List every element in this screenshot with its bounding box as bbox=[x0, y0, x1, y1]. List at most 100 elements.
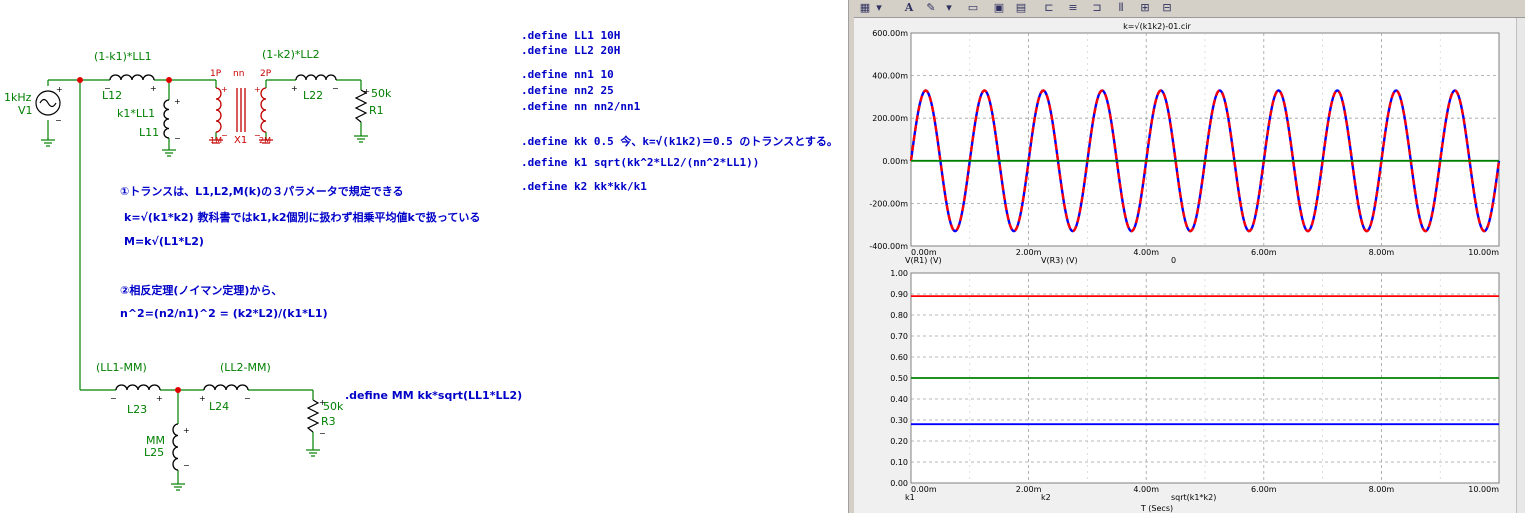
vertical-scrollbar[interactable] bbox=[1516, 18, 1525, 513]
l22-value-label: (1-k2)*LL2 bbox=[262, 48, 320, 61]
define-line[interactable]: .define nn2 25 bbox=[521, 84, 614, 97]
l23-name-label: L23 bbox=[127, 403, 148, 416]
x-tick-label: 6.00m bbox=[1251, 248, 1277, 257]
mm-define-text[interactable]: .define MM kk*sqrt(LL1*LL2) bbox=[345, 389, 522, 402]
y-tick-label: -200.00m bbox=[869, 199, 908, 208]
y-tick-label: 0.30 bbox=[890, 416, 908, 425]
x-tick-label: 6.00m bbox=[1251, 485, 1277, 494]
tx-pin2-label: 2P bbox=[260, 69, 272, 79]
tx-pin1m-label: 1M bbox=[210, 136, 222, 145]
y-tick-label: -400.00m bbox=[869, 242, 908, 251]
define-line[interactable]: .define k1 sqrt(kk^2*LL2/(nn^2*LL1)) bbox=[521, 156, 759, 169]
legend-entry: V(R3) (V) bbox=[1041, 256, 1078, 265]
svg-text:+: + bbox=[363, 87, 370, 96]
stack-icon[interactable]: ⊞ bbox=[1138, 1, 1152, 15]
schematic-canvas[interactable]: + − − + + − + − − + + − + − + − + + + − − 1kHz V1 … bbox=[0, 0, 848, 513]
circuit-drawing: +− − + +− + − − + + − +− +− + + + − − bbox=[35, 74, 370, 491]
x-tick-label: 8.00m bbox=[1369, 248, 1395, 257]
y-tick-label: 400.00m bbox=[872, 72, 908, 81]
define-line[interactable]: .define kk 0.5 今、k=√(k1k2)＝0.5 のトランスとする。 bbox=[521, 133, 838, 149]
stack2-icon[interactable]: ⊟ bbox=[1160, 1, 1174, 15]
svg-text:+: + bbox=[56, 85, 63, 94]
y-tick-label: 0.00 bbox=[890, 479, 908, 488]
note-text[interactable]: ②相反定理(ノイマン定理)から、 bbox=[120, 282, 282, 298]
l12-name-label: L12 bbox=[102, 89, 123, 102]
y-tick-label: 0.70 bbox=[890, 332, 908, 341]
source-freq-label: 1kHz bbox=[4, 91, 32, 104]
x-tick-label: 0.00m bbox=[911, 485, 937, 494]
svg-text:+: + bbox=[291, 84, 298, 93]
svg-text:+: + bbox=[156, 394, 163, 403]
l22-name-label: L22 bbox=[303, 89, 324, 102]
y-tick-label: 0.40 bbox=[890, 395, 908, 404]
define-line[interactable]: .define nn1 10 bbox=[521, 68, 614, 81]
ac-source-symbol bbox=[35, 90, 61, 116]
tx-pin2m-label: 2M bbox=[259, 136, 271, 145]
y-tick-label: 600.00m bbox=[872, 29, 908, 38]
note-text[interactable]: k=√(k1*k2) 教科書ではk1,k2個別に扱わず相乗平均値kで扱っている bbox=[124, 209, 480, 225]
x-tick-label: 8.00m bbox=[1369, 485, 1395, 494]
tx-pin1-label: 1P bbox=[210, 69, 222, 79]
y-tick-label: 0.00m bbox=[882, 157, 908, 166]
paste2-icon[interactable]: ▤ bbox=[1014, 1, 1028, 15]
color-icon[interactable]: ✎ bbox=[924, 1, 938, 15]
y-tick-label: 1.00 bbox=[890, 269, 908, 278]
svg-text:−: − bbox=[110, 394, 117, 403]
legend-entry: k1 bbox=[905, 493, 915, 502]
dropdown-icon[interactable]: ▾ bbox=[942, 1, 956, 15]
svg-text:+: + bbox=[183, 426, 190, 435]
legend-entry: k2 bbox=[1041, 493, 1051, 502]
align-right-icon[interactable]: ⊐ bbox=[1090, 1, 1104, 15]
r3-value-label: 50k bbox=[323, 400, 344, 413]
dropdown-icon[interactable]: ▾ bbox=[872, 1, 886, 15]
x-tick-label: 2.00m bbox=[1016, 248, 1042, 257]
plot-toolbar: ▦ ▾ A ✎ ▾ ▭ ▣ ▤ ⊏ ≡ ⊐ ⫴ ⊞ ⊟ bbox=[854, 0, 1525, 18]
y-tick-label: 0.60 bbox=[890, 353, 908, 362]
align-left-icon[interactable]: ⊏ bbox=[1042, 1, 1056, 15]
l24-name-label: L24 bbox=[209, 400, 230, 413]
font-icon[interactable]: A bbox=[902, 1, 916, 15]
r1-value-label: 50k bbox=[371, 87, 392, 100]
l23-value-label: (LL1-MM) bbox=[96, 361, 147, 374]
legend-entry: 0 bbox=[1171, 256, 1176, 265]
grid-icon[interactable]: ▦ bbox=[858, 1, 872, 15]
l12-value-label: (1-k1)*LL1 bbox=[94, 50, 152, 63]
note-text[interactable]: M=k√(L1*L2) bbox=[124, 235, 204, 248]
plot-area[interactable]: k=√(k1k2)-01.cir 600.00m 400.00m 200.00m 0.… bbox=[854, 18, 1517, 513]
y-tick-label: 0.50 bbox=[890, 374, 908, 383]
svg-text:+: + bbox=[254, 85, 261, 94]
svg-text:+: + bbox=[221, 85, 228, 94]
y-tick-label: 0.90 bbox=[890, 290, 908, 299]
define-line[interactable]: .define LL1 10H bbox=[521, 29, 620, 42]
l11-name-label: L11 bbox=[139, 126, 160, 139]
define-line[interactable]: .define LL2 20H bbox=[521, 44, 620, 57]
split-icon[interactable]: ⫴ bbox=[1114, 1, 1128, 15]
define-line[interactable]: .define k2 kk*kk/k1 bbox=[521, 180, 647, 193]
define-line[interactable]: .define nn nn2/nn1 bbox=[521, 100, 640, 113]
align-center-icon[interactable]: ≡ bbox=[1066, 1, 1080, 15]
note-text[interactable]: ①トランスは、L1,L2,M(k)の３パラメータで規定できる bbox=[120, 183, 404, 199]
x-tick-label: 10.00m bbox=[1468, 485, 1499, 494]
svg-text:−: − bbox=[319, 429, 326, 438]
svg-text:−: − bbox=[244, 394, 251, 403]
legend-entry: sqrt(k1*k2) bbox=[1171, 493, 1216, 502]
y-tick-label: 200.00m bbox=[872, 114, 908, 123]
svg-text:−: − bbox=[183, 461, 190, 470]
copy-icon[interactable]: ▭ bbox=[966, 1, 980, 15]
x-tick-label: 2.00m bbox=[1016, 485, 1042, 494]
coupling-plot[interactable]: 1.00 0.90 0.80 0.70 0.60 0.50 0.40 0.30 0.20 0.10… bbox=[890, 269, 1500, 513]
x-axis-label: T (Secs) bbox=[1140, 504, 1173, 513]
voltage-plot[interactable]: k=√(k1k2)-01.cir 600.00m 400.00m 200.00m 0.… bbox=[869, 22, 1501, 265]
tx-name-label: X1 bbox=[234, 135, 248, 146]
svg-text:+: + bbox=[150, 84, 157, 93]
r1-name-label: R1 bbox=[369, 104, 384, 117]
x-tick-label: 4.00m bbox=[1133, 248, 1159, 257]
plot-title: k=√(k1k2)-01.cir bbox=[1123, 22, 1191, 31]
note-text[interactable]: n^2=(n2/n1)^2 = (k2*L2)/(k1*L1) bbox=[120, 307, 328, 320]
svg-text:−: − bbox=[332, 84, 339, 93]
l11-value-label: k1*LL1 bbox=[117, 107, 156, 120]
svg-text:−: − bbox=[174, 134, 181, 143]
paste-icon[interactable]: ▣ bbox=[992, 1, 1006, 15]
r3-name-label: R3 bbox=[321, 415, 336, 428]
x-tick-label: 10.00m bbox=[1468, 248, 1499, 257]
